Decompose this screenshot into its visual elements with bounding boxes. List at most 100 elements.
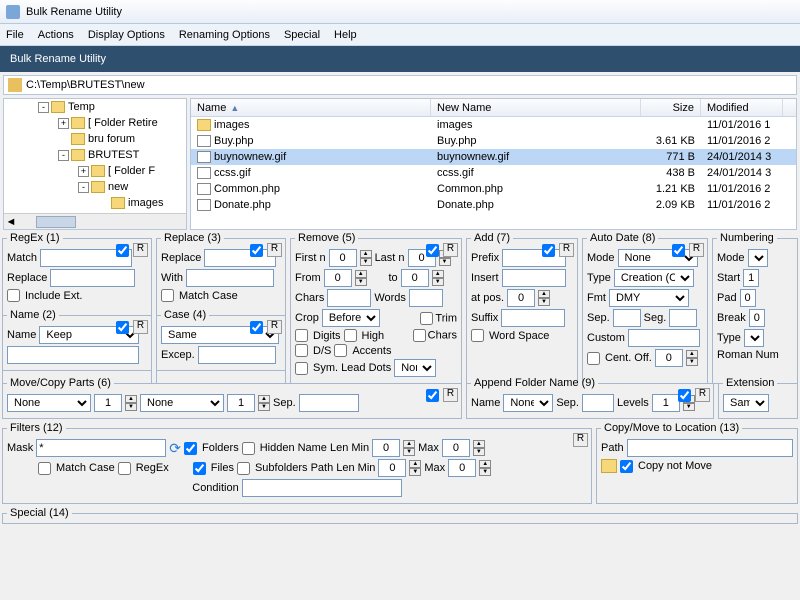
- file-list[interactable]: Name▲ New Name Size Modified imagesimage…: [190, 98, 797, 230]
- movecopy-sel2[interactable]: None: [140, 394, 224, 412]
- autodate-sep[interactable]: [613, 309, 641, 327]
- hidden-check[interactable]: [242, 442, 255, 455]
- leaddots-select[interactable]: Non: [394, 359, 436, 377]
- tree-item[interactable]: bru forum: [4, 131, 186, 147]
- name-enable[interactable]: [116, 321, 129, 334]
- numbering-pad[interactable]: [740, 289, 756, 307]
- appendfolder-enable[interactable]: [678, 389, 691, 402]
- tree-item[interactable]: -BRUTEST: [4, 147, 186, 163]
- wordspace-check[interactable]: [471, 329, 484, 342]
- ds-check[interactable]: [295, 344, 308, 357]
- chars-input[interactable]: [327, 289, 371, 307]
- crop-select[interactable]: Before: [322, 309, 380, 327]
- regex-include-ext[interactable]: [7, 289, 20, 302]
- suffix-input[interactable]: [501, 309, 565, 327]
- copynotmove-check[interactable]: [620, 460, 633, 473]
- nlmax-input[interactable]: [442, 439, 470, 457]
- menu-special[interactable]: Special: [284, 29, 320, 41]
- menu-help[interactable]: Help: [334, 29, 357, 41]
- movecopy-sep[interactable]: [299, 394, 359, 412]
- cent-check[interactable]: [587, 352, 600, 365]
- autodate-fmt[interactable]: DMY: [609, 289, 689, 307]
- add-reset[interactable]: R: [559, 243, 574, 257]
- file-row[interactable]: Buy.phpBuy.php3.61 KB11/01/2016 2: [191, 133, 796, 149]
- firstn-spinner[interactable]: ▲▼: [360, 250, 372, 266]
- autodate-enable[interactable]: [672, 244, 685, 257]
- menu-actions[interactable]: Actions: [38, 29, 74, 41]
- file-row[interactable]: ccss.gifccss.gif438 B24/01/2014 3: [191, 165, 796, 181]
- tree-item[interactable]: +[ Folder Retire: [4, 115, 186, 131]
- refresh-icon[interactable]: ⟳: [169, 440, 181, 457]
- filters-reset[interactable]: R: [573, 433, 588, 447]
- from-input[interactable]: [324, 269, 352, 287]
- nlmin-input[interactable]: [372, 439, 400, 457]
- expand-icon[interactable]: -: [78, 182, 89, 193]
- menu-renaming[interactable]: Renaming Options: [179, 29, 270, 41]
- numbering-start[interactable]: [743, 269, 759, 287]
- case-excep[interactable]: [198, 346, 276, 364]
- replace-reset[interactable]: R: [267, 243, 282, 257]
- appendfolder-sep[interactable]: [582, 394, 614, 412]
- folder-open-icon[interactable]: [601, 459, 617, 473]
- accents-check[interactable]: [334, 344, 347, 357]
- menu-file[interactable]: File: [6, 29, 24, 41]
- col-modified[interactable]: Modified: [701, 99, 783, 116]
- regex-reset[interactable]: R: [133, 243, 148, 257]
- col-size[interactable]: Size: [641, 99, 701, 116]
- autodate-custom[interactable]: [628, 329, 700, 347]
- tree-item[interactable]: -new: [4, 179, 186, 195]
- autodate-type[interactable]: Creation (Cur: [614, 269, 694, 287]
- expand-icon[interactable]: +: [78, 166, 89, 177]
- file-row[interactable]: buynownew.gifbuynownew.gif771 B24/01/201…: [191, 149, 796, 165]
- expand-icon[interactable]: -: [58, 150, 69, 161]
- files-check[interactable]: [193, 462, 206, 475]
- plmax-input[interactable]: [448, 459, 476, 477]
- movecopy-n2[interactable]: [227, 394, 255, 412]
- replace-enable[interactable]: [250, 244, 263, 257]
- autodate-seg[interactable]: [669, 309, 697, 327]
- extension-select[interactable]: Same: [723, 394, 769, 412]
- file-list-header[interactable]: Name▲ New Name Size Modified: [191, 99, 796, 117]
- atpos-input[interactable]: [507, 289, 535, 307]
- insert-input[interactable]: [502, 269, 566, 287]
- regex-replace-input[interactable]: [50, 269, 135, 287]
- movecopy-enable[interactable]: [426, 389, 439, 402]
- tree-item[interactable]: +[ Folder F: [4, 163, 186, 179]
- folder-tree[interactable]: -Temp+[ Folder Retirebru forum-BRUTEST+[…: [3, 98, 187, 230]
- expand-icon[interactable]: +: [58, 118, 69, 129]
- menu-display[interactable]: Display Options: [88, 29, 165, 41]
- to-input[interactable]: [401, 269, 429, 287]
- case-enable[interactable]: [250, 321, 263, 334]
- numbering-break[interactable]: [749, 309, 765, 327]
- digits-check[interactable]: [295, 329, 308, 342]
- file-row[interactable]: Donate.phpDonate.php2.09 KB11/01/2016 2: [191, 197, 796, 213]
- with-input[interactable]: [186, 269, 274, 287]
- condition-input[interactable]: [242, 479, 402, 497]
- filter-matchcase[interactable]: [38, 462, 51, 475]
- appendfolder-levels[interactable]: [652, 394, 680, 412]
- col-newname[interactable]: New Name: [431, 99, 641, 116]
- replace-matchcase[interactable]: [161, 289, 174, 302]
- tree-item[interactable]: -Temp: [4, 99, 186, 115]
- path-bar[interactable]: C:\Temp\BRUTEST\new: [3, 75, 797, 95]
- numbering-type[interactable]: Base: [744, 329, 764, 347]
- autodate-reset[interactable]: R: [689, 243, 704, 257]
- file-row[interactable]: Common.phpCommon.php1.21 KB11/01/2016 2: [191, 181, 796, 197]
- tree-item[interactable]: images: [4, 195, 186, 211]
- autodate-off[interactable]: [655, 349, 683, 367]
- expand-icon[interactable]: -: [38, 102, 49, 113]
- add-enable[interactable]: [542, 244, 555, 257]
- subfolders-check[interactable]: [237, 462, 250, 475]
- movecopy-sel1[interactable]: None: [7, 394, 91, 412]
- sym-check[interactable]: [295, 362, 308, 375]
- file-row[interactable]: imagesimages11/01/2016 1: [191, 117, 796, 133]
- name-input[interactable]: [7, 346, 139, 364]
- regex-enable[interactable]: [116, 244, 129, 257]
- mask-input[interactable]: [36, 439, 166, 457]
- movecopy-n1[interactable]: [94, 394, 122, 412]
- copymove-path[interactable]: [627, 439, 793, 457]
- folders-check[interactable]: [184, 442, 197, 455]
- col-name[interactable]: Name▲: [191, 99, 431, 116]
- appendfolder-reset[interactable]: R: [695, 388, 710, 402]
- case-reset[interactable]: R: [267, 320, 282, 334]
